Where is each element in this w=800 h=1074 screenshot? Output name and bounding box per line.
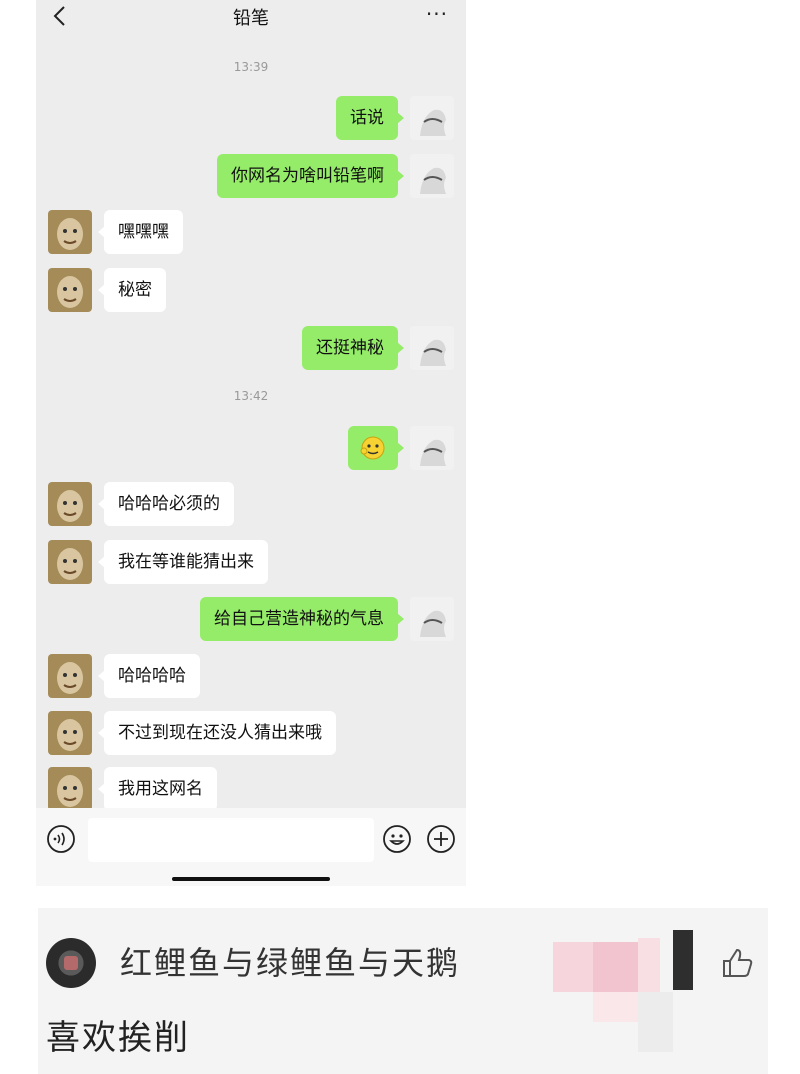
- chat-screen: 铅笔 ··· 13:39 话说 你网名为啥叫铅笔啊 嘿嘿嘿 秘密 还挺神秘 13…: [36, 0, 466, 886]
- like-icon[interactable]: [718, 944, 756, 982]
- message-bubble-received[interactable]: 我用这网名: [98, 767, 217, 811]
- message-bubble-received[interactable]: 哈哈哈哈: [98, 654, 200, 698]
- contact-avatar[interactable]: [48, 654, 92, 698]
- more-icon[interactable]: ···: [426, 2, 448, 26]
- message-bubble-sent[interactable]: 话说: [336, 96, 404, 140]
- timestamp: 13:42: [233, 389, 269, 403]
- emoji-icon[interactable]: [382, 824, 412, 854]
- message-bubble-sent[interactable]: 给自己营造神秘的气息: [200, 597, 404, 641]
- chat-input-bar: [36, 808, 466, 886]
- message-bubble-sent[interactable]: 你网名为啥叫铅笔啊: [217, 154, 404, 198]
- face-sticker-icon: [360, 436, 385, 460]
- contact-avatar[interactable]: [48, 711, 92, 755]
- contact-avatar[interactable]: [48, 767, 92, 811]
- chat-title: 铅笔: [233, 8, 269, 29]
- plus-icon[interactable]: [426, 824, 456, 854]
- contact-avatar[interactable]: [48, 268, 92, 312]
- my-avatar[interactable]: [410, 426, 454, 470]
- message-bubble-received[interactable]: 不过到现在还没人猜出来哦: [98, 711, 336, 755]
- my-avatar[interactable]: [410, 96, 454, 140]
- comment-text: 喜欢挨削: [46, 1018, 190, 1058]
- message-bubble-sent[interactable]: 还挺神秘: [302, 326, 404, 370]
- message-bubble-sticker[interactable]: [348, 426, 404, 470]
- message-bubble-received[interactable]: 我在等谁能猜出来: [98, 540, 268, 584]
- my-avatar[interactable]: [410, 326, 454, 370]
- contact-avatar[interactable]: [48, 482, 92, 526]
- contact-avatar[interactable]: [48, 210, 92, 254]
- message-input[interactable]: [88, 818, 374, 862]
- my-avatar[interactable]: [410, 154, 454, 198]
- blurred-region: [553, 930, 693, 1060]
- timestamp: 13:39: [233, 60, 269, 74]
- voice-icon[interactable]: [46, 824, 76, 854]
- avatar[interactable]: [46, 938, 96, 988]
- message-bubble-received[interactable]: 嘿嘿嘿: [98, 210, 183, 254]
- contact-avatar[interactable]: [48, 540, 92, 584]
- comment-card: 红鲤鱼与绿鲤鱼与天鹅 喜欢挨削: [38, 908, 768, 1074]
- commenter-username[interactable]: 红鲤鱼与绿鲤鱼与天鹅: [120, 938, 460, 984]
- chat-header: 铅笔 ···: [36, 0, 466, 34]
- my-avatar[interactable]: [410, 597, 454, 641]
- message-bubble-received[interactable]: 哈哈哈必须的: [98, 482, 234, 526]
- message-bubble-received[interactable]: 秘密: [98, 268, 166, 312]
- home-indicator: [172, 877, 330, 881]
